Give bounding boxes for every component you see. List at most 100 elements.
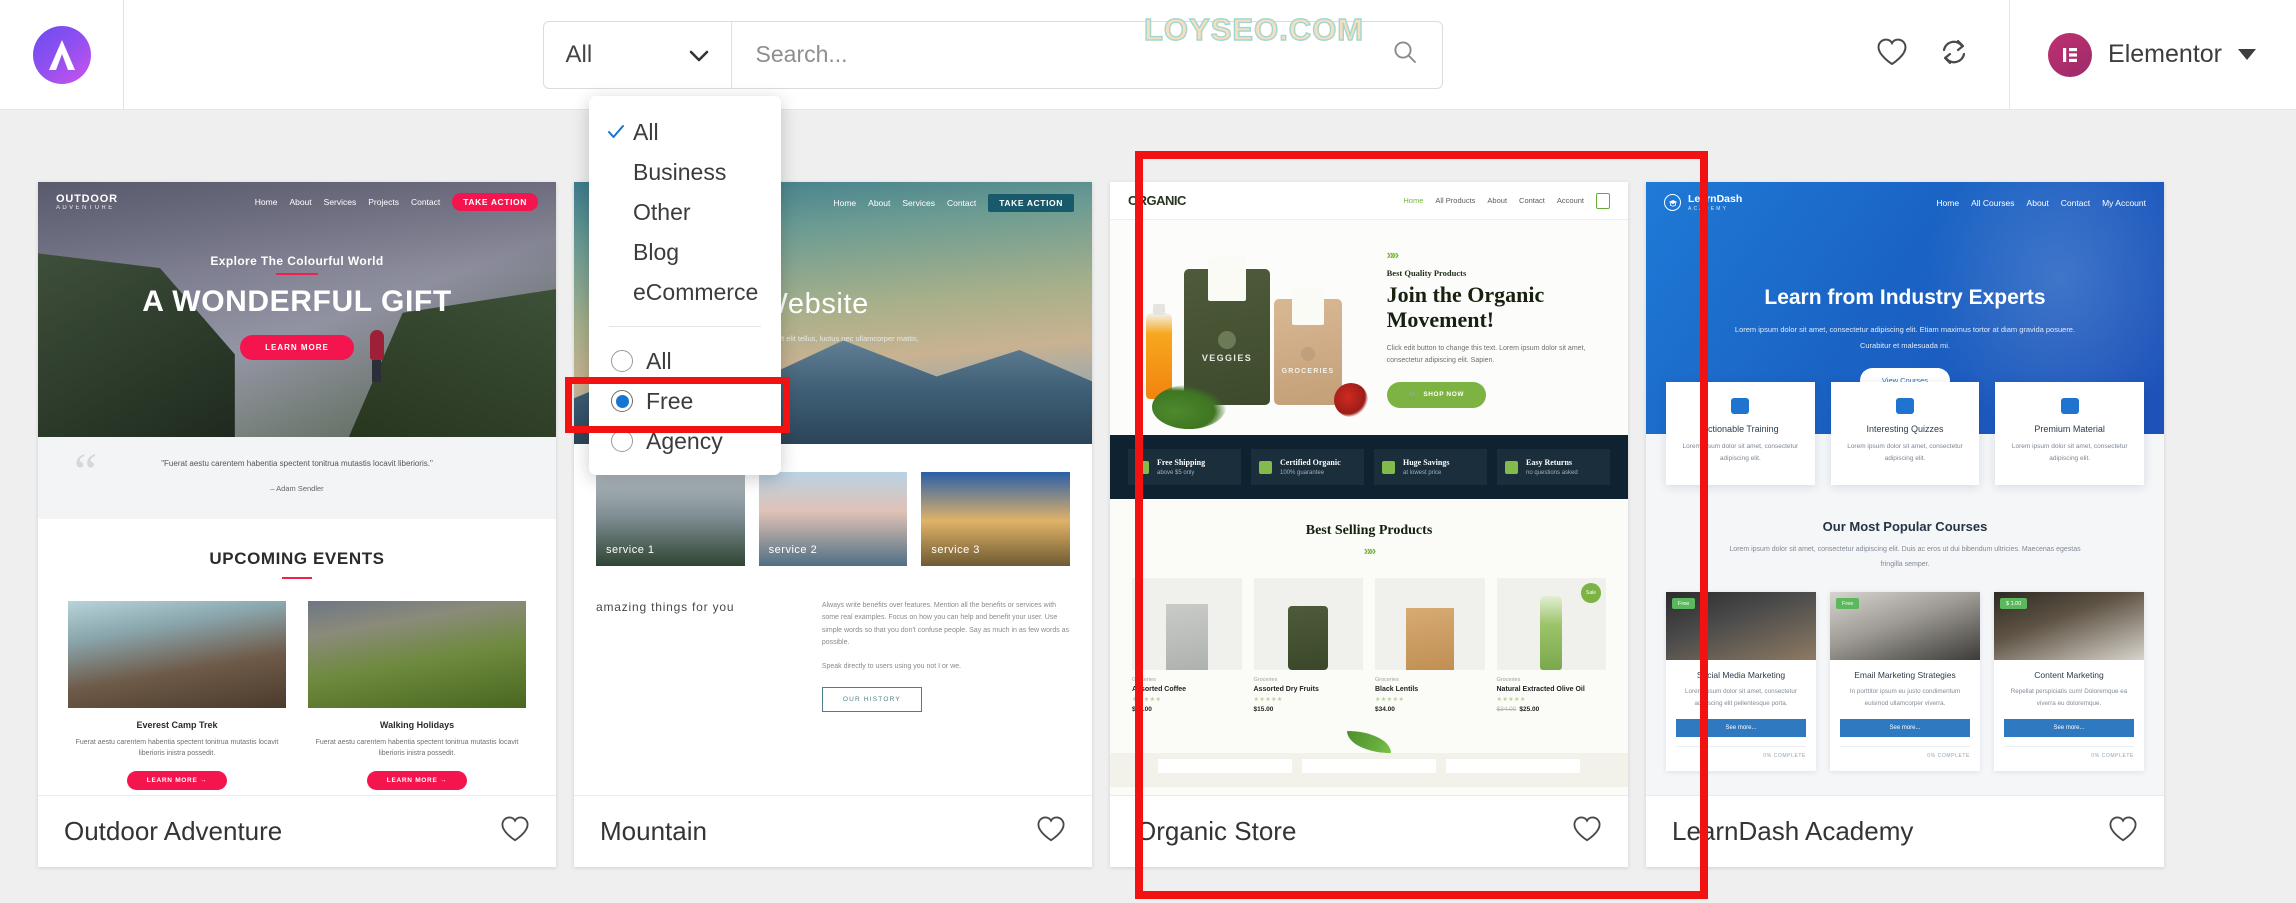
og-feature-item: Free Shipping above $5 only <box>1128 449 1241 485</box>
ld-course-badge: Free <box>1672 598 1696 610</box>
ld-course-title: Content Marketing <box>2034 670 2104 681</box>
og-product-art: VEGGIES GROCERIES <box>1128 220 1379 435</box>
og-feature-item: Certified Organic 100% guarantee <box>1251 449 1364 485</box>
ld-feature-item: Actionable Training Lorem ipsum dolor si… <box>1666 382 1815 486</box>
truck-icon <box>1136 460 1149 474</box>
ld-course-image: $ 1.00 <box>1994 592 2144 661</box>
plan-radio-label: All <box>646 347 672 374</box>
plan-radio-free[interactable]: Free <box>589 381 781 421</box>
og-bottom-strip <box>1110 753 1628 787</box>
mt-service-label: service 1 <box>606 544 655 556</box>
heart-icon[interactable] <box>1036 815 1066 848</box>
heart-icon[interactable] <box>2108 815 2138 848</box>
mt-service-label: service 3 <box>931 544 980 556</box>
template-card-organic-store[interactable]: ORGANIC Home All Products About Contact … <box>1110 182 1628 867</box>
ld-course-progress: 0% COMPLETE <box>1676 746 1806 759</box>
og-shop-button: 🛒 SHOP NOW <box>1386 381 1487 408</box>
og-product-price: $34.00 <box>1375 706 1395 713</box>
og-kicker: Best Quality Products <box>1386 268 1467 279</box>
og-product-category: Groceries <box>1253 677 1278 683</box>
og-nav-link: About <box>1487 196 1508 205</box>
ld-course-body: Content Marketing Repellat perspiciatis … <box>1994 660 2144 771</box>
og-product-name: Natural Extracted Olive Oil <box>1496 686 1585 693</box>
ld-features: Actionable Training Lorem ipsum dolor si… <box>1646 382 2164 486</box>
mt-about-body: Always write benefits over features. Men… <box>821 600 1070 713</box>
template-preview: LearnDash ACADEMY Home All Courses About… <box>1646 182 2164 795</box>
oa-quote-text: "Fuerat aestu carentem habentia spectent… <box>161 459 433 468</box>
dropdown-item-blog[interactable]: Blog <box>589 232 781 272</box>
ld-course-desc: In porttitor ipsum eu justo condimentum … <box>1849 688 1961 707</box>
og-pepper-image <box>1334 383 1368 417</box>
ld-course-badge: Free <box>1836 598 1860 610</box>
category-select-value: All <box>565 40 593 68</box>
og-product-name: Assorted Coffee <box>1132 686 1187 693</box>
mt-nav-link: Services <box>902 198 935 208</box>
heart-icon[interactable] <box>500 815 530 848</box>
ld-course-button: See more... <box>1676 719 1806 738</box>
graduation-cap-icon <box>1664 194 1681 212</box>
oa-person-figure <box>369 330 384 382</box>
search-icon[interactable] <box>1392 39 1418 70</box>
ld-course-desc: Lorem ipsum dolor sit amet, consectetur … <box>1685 688 1797 707</box>
ld-brand-sub: ACADEMY <box>1688 205 1729 212</box>
quote-icon: “ <box>74 444 98 501</box>
oa-event-image <box>68 601 286 708</box>
card-title: Mountain <box>600 816 707 846</box>
ld-course-item: Free Email Marketing Strategies In portt… <box>1830 592 1980 772</box>
oa-event-desc: Fuerat aestu carentem habentia spectent … <box>315 739 519 757</box>
og-feature-sub: above $5 only <box>1157 470 1195 476</box>
user-menu[interactable]: Elementor <box>2048 32 2256 77</box>
og-nav-link: All Products <box>1435 196 1476 205</box>
dropdown-item-label: eCommerce <box>633 278 759 305</box>
oa-event-item: Everest Camp Trek Fuerat aestu carentem … <box>68 601 286 790</box>
og-product-item: Groceries Assorted Dry Fruits ★★★★★ $15.… <box>1253 578 1363 713</box>
og-bottle-image <box>1146 304 1172 399</box>
dropdown-item-ecommerce[interactable]: eCommerce <box>589 272 781 312</box>
og-brand: ORGANIC <box>1128 193 1186 208</box>
ld-course-title: Social Media Marketing <box>1696 670 1786 681</box>
card-footer: Organic Store <box>1110 795 1628 867</box>
oa-events-section: UPCOMING EVENTS Everest Camp Trek Fuerat… <box>38 519 556 795</box>
oa-cta: TAKE ACTION <box>452 193 538 211</box>
oa-nav: OUTDOOR ADVENTURE Home About Services Pr… <box>38 182 556 222</box>
dropdown-item-other[interactable]: Other <box>589 192 781 232</box>
plan-radio-agency[interactable]: Agency <box>589 421 781 461</box>
oa-headline: A WONDERFUL GIFT <box>142 285 452 318</box>
ld-course-progress: 0% COMPLETE <box>2004 746 2134 759</box>
money-icon <box>1382 460 1395 474</box>
og-product-item: Groceries Black Lentils ★★★★★ $34.00 <box>1375 578 1485 713</box>
og-nav-link: Home <box>1403 196 1424 205</box>
mt-about-button: OUR HISTORY <box>821 687 922 713</box>
og-product-price: $35.00 <box>1132 706 1152 713</box>
mini-site-learndash: LearnDash ACADEMY Home All Courses About… <box>1646 182 2164 795</box>
og-product-item: Sale Groceries Natural Extracted Olive O… <box>1496 578 1607 713</box>
ld-course-item: Free Social Media Marketing Lorem ipsum … <box>1666 592 1816 772</box>
template-card-learndash-academy[interactable]: LearnDash ACADEMY Home All Courses About… <box>1646 182 2164 867</box>
favorites-button[interactable] <box>1861 24 1923 86</box>
og-hero: VEGGIES GROCERIES »» Best Quality Produc… <box>1110 220 1628 435</box>
ld-brand: LearnDash ACADEMY <box>1664 194 1742 212</box>
og-pouch-groceries: GROCERIES <box>1274 289 1342 405</box>
template-card-outdoor-adventure[interactable]: OUTDOOR ADVENTURE Home About Services Pr… <box>38 182 556 867</box>
og-feature-sub: at lowest price <box>1403 470 1442 476</box>
category-select[interactable]: All <box>544 21 732 88</box>
og-feature-item: Easy Returns no questions asked <box>1497 449 1610 485</box>
oa-section-rule <box>282 577 312 579</box>
dropdown-item-business[interactable]: Business <box>589 152 781 192</box>
sync-button[interactable] <box>1923 24 1985 86</box>
og-product-item: Groceries Assorted Coffee ★★★★★ $35.00 <box>1132 578 1242 713</box>
ld-popular-section: Our Most Popular Courses Lorem ipsum dol… <box>1646 519 2164 572</box>
heart-icon[interactable] <box>1572 815 1602 848</box>
dropdown-item-label: Business <box>633 158 727 185</box>
rating-stars-icon: ★★★★★ <box>1132 697 1162 703</box>
dropdown-item-all[interactable]: All <box>589 112 781 152</box>
dropdown-item-label: Other <box>633 198 691 225</box>
check-icon <box>607 124 629 140</box>
ld-feature-title: Interesting Quizzes <box>1866 424 1944 434</box>
plan-radio-all[interactable]: All <box>589 341 781 381</box>
og-product-price: $34.00 $25.00 <box>1497 706 1607 713</box>
og-products: Groceries Assorted Coffee ★★★★★ $35.00 G… <box>1110 558 1628 713</box>
caret-down-icon <box>2238 49 2256 60</box>
brand-logo[interactable] <box>0 0 124 110</box>
oa-hero-button: LEARN MORE <box>240 335 354 360</box>
